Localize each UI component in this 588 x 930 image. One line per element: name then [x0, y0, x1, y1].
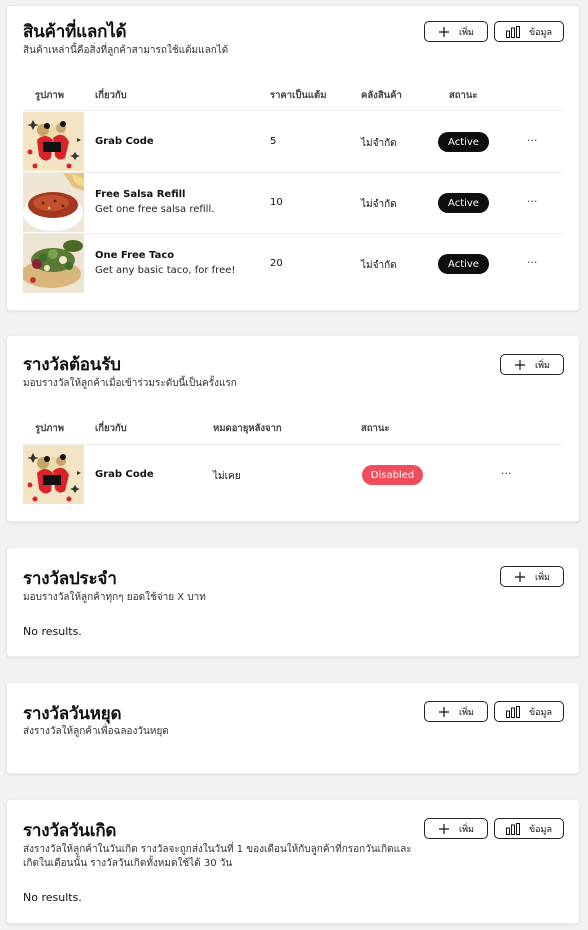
more-options-icon[interactable]: ··· [527, 195, 538, 208]
item-name: One Free Taco [95, 250, 175, 261]
item-description: Get one free salsa refill. [95, 204, 215, 215]
grab-code-image [23, 445, 84, 504]
regular-title: รางวัลประจำ [23, 569, 117, 589]
table-divider [23, 110, 564, 111]
header-expires: หมดอายุหลังจาก [213, 423, 282, 434]
item-price: 5 [270, 136, 277, 147]
item-price: 20 [270, 258, 283, 269]
plus-icon [438, 26, 450, 38]
regular-subtitle: มอบรางวัลให้ลูกค้าทุกๆ ยอดใช้จ่าย X บาท [23, 592, 206, 603]
header-image: รูปภาพ [35, 90, 64, 101]
table-divider [23, 233, 564, 234]
item-name: Grab Code [95, 469, 154, 480]
welcome-subtitle: มอบรางวัลให้ลูกค้าเมื่อเข้าร่วมระดับนี้เ… [23, 378, 237, 389]
holiday-data-button[interactable]: ข้อมูล [494, 701, 564, 722]
holiday-add-button[interactable]: เพิ่ม [424, 701, 488, 722]
header-about: เกี่ยวกับ [95, 423, 127, 434]
add-label: เพิ่ม [459, 707, 474, 718]
holiday-title: รางวัลวันหยุด [23, 704, 122, 724]
header-about: เกี่ยวกับ [95, 90, 127, 101]
item-stock: ไม่จำกัด [361, 199, 397, 210]
birthday-rewards-card: รางวัลวันเกิด ส่งรางวัลให้ลูกค้าในวันเกิ… [6, 799, 580, 924]
status-badge: Active [438, 193, 489, 213]
grab-code-image [23, 112, 84, 171]
bar-chart-icon [505, 822, 520, 835]
plus-icon [514, 571, 526, 583]
table-divider [23, 172, 564, 173]
item-name: Grab Code [95, 136, 154, 147]
empty-state: No results. [23, 625, 82, 638]
item-name: Free Salsa Refill [95, 189, 186, 200]
data-label: ข้อมูล [528, 707, 552, 718]
taco-image [23, 234, 84, 293]
redeemable-add-button[interactable]: เพิ่ม [424, 21, 488, 42]
more-options-icon[interactable]: ··· [527, 134, 538, 147]
more-options-icon[interactable]: ··· [501, 467, 512, 480]
header-stock: คลังสินค้า [361, 90, 402, 101]
table-divider [23, 444, 564, 445]
item-price: 10 [270, 197, 283, 208]
welcome-title: รางวัลต้อนรับ [23, 355, 121, 375]
redeemable-title: สินค้าที่แลกได้ [23, 22, 127, 42]
more-options-icon[interactable]: ··· [527, 256, 538, 269]
plus-icon [514, 359, 526, 371]
birthday-add-button[interactable]: เพิ่ม [424, 818, 488, 839]
redeemable-data-button[interactable]: ข้อมูล [494, 21, 564, 42]
add-label: เพิ่ม [459, 824, 474, 835]
holiday-rewards-card: รางวัลวันหยุด ส่งรางวัลให้ลูกค้าเพื่อฉลอ… [6, 682, 580, 774]
regular-rewards-card: รางวัลประจำ มอบรางวัลให้ลูกค้าทุกๆ ยอดใช… [6, 547, 580, 657]
status-badge: Active [438, 254, 489, 274]
holiday-subtitle: ส่งรางวัลให้ลูกค้าเพื่อฉลองวันหยุด [23, 726, 169, 737]
header-status: สถานะ [449, 90, 478, 101]
welcome-rewards-card: รางวัลต้อนรับ มอบรางวัลให้ลูกค้าเมื่อเข้… [6, 335, 580, 522]
status-badge: Active [438, 132, 489, 152]
status-badge: Disabled [362, 465, 423, 485]
header-price: ราคาเป็นแต้ม [270, 90, 327, 101]
bar-chart-icon [505, 25, 520, 38]
header-status: สถานะ [361, 423, 390, 434]
add-label: เพิ่ม [459, 27, 474, 38]
bar-chart-icon [505, 705, 520, 718]
item-stock: ไม่จำกัด [361, 260, 397, 271]
birthday-subtitle-line1: ส่งรางวัลให้ลูกค้าในวันเกิด รางวัลจะถูกส… [23, 844, 412, 855]
item-expires: ไม่เคย [213, 471, 241, 482]
birthday-data-button[interactable]: ข้อมูล [494, 818, 564, 839]
add-label: เพิ่ม [535, 360, 550, 371]
plus-icon [438, 706, 450, 718]
regular-add-button[interactable]: เพิ่ม [500, 566, 564, 587]
header-image: รูปภาพ [35, 423, 64, 434]
data-label: ข้อมูล [528, 27, 552, 38]
plus-icon [438, 823, 450, 835]
welcome-add-button[interactable]: เพิ่ม [500, 354, 564, 375]
item-description: Get any basic taco, for free! [95, 265, 236, 276]
add-label: เพิ่ม [535, 572, 550, 583]
redeemable-items-card: สินค้าที่แลกได้ สินค้าเหล่านี้คือสิ่งที่… [6, 5, 580, 311]
item-stock: ไม่จำกัด [361, 138, 397, 149]
data-label: ข้อมูล [528, 824, 552, 835]
salsa-image [23, 173, 84, 232]
empty-state: No results. [23, 891, 82, 904]
birthday-subtitle-line2: เกิดในเดือนนั้น รางวัลวันเกิดทั้งหมดใช้ไ… [23, 858, 233, 869]
birthday-title: รางวัลวันเกิด [23, 821, 117, 841]
redeemable-subtitle: สินค้าเหล่านี้คือสิ่งที่ลูกค้าสามารถใช้แ… [23, 45, 229, 56]
